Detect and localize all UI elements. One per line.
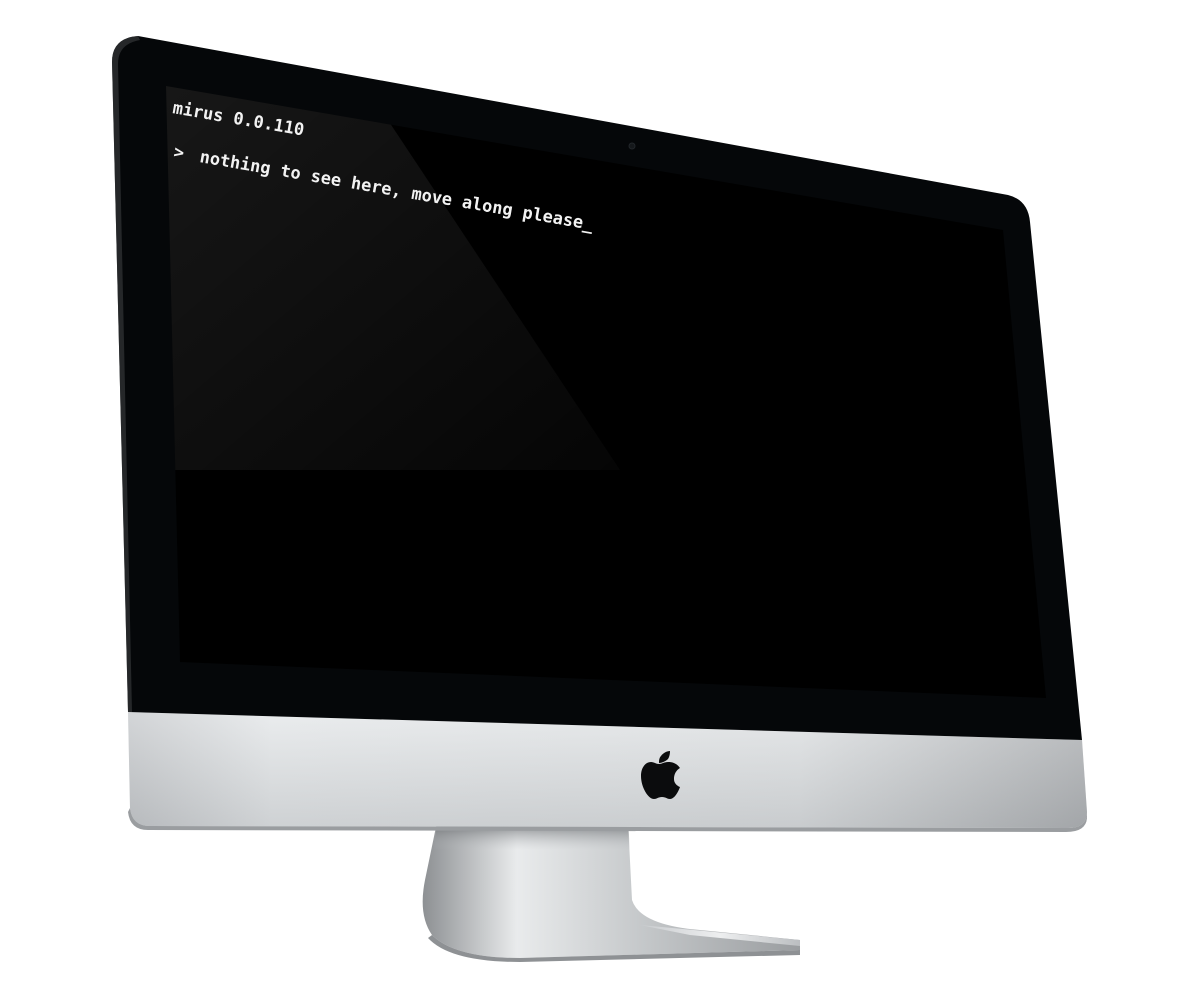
camera-icon	[628, 142, 636, 150]
imac-illustration: mirus 0.0.110 > nothing to see here, mov…	[112, 36, 1087, 962]
stand	[422, 822, 800, 962]
imac-mockup: mirus 0.0.110 > nothing to see here, mov…	[0, 0, 1200, 1000]
